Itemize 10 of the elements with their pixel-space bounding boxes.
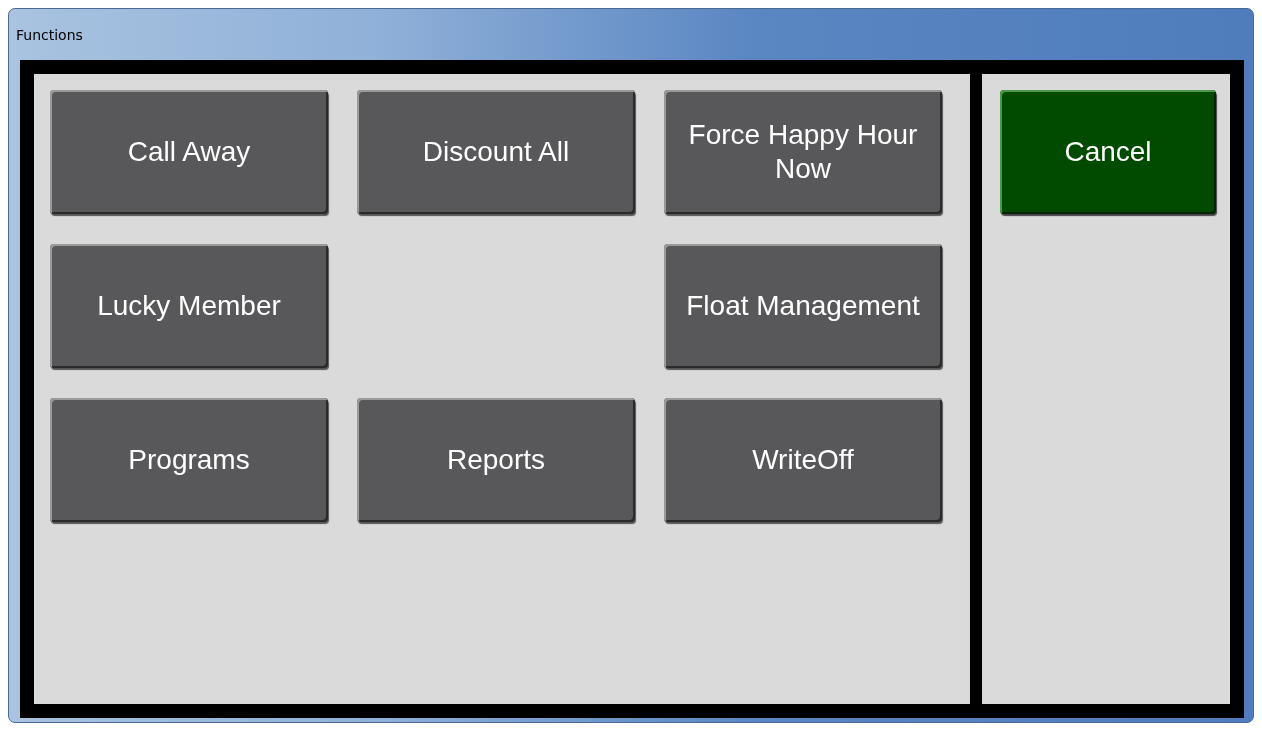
window-title: Functions	[16, 26, 83, 43]
function-button[interactable]: Float Management	[664, 244, 942, 368]
function-button[interactable]: Call Away	[50, 90, 328, 214]
function-button[interactable]: Lucky Member	[50, 244, 328, 368]
function-button[interactable]: Reports	[357, 398, 635, 522]
function-button[interactable]: Programs	[50, 398, 328, 522]
function-button[interactable]: Discount All	[357, 90, 635, 214]
function-button[interactable]: Force Happy Hour Now	[664, 90, 942, 214]
cancel-button[interactable]: Cancel	[1000, 90, 1216, 214]
function-button[interactable]: WriteOff	[664, 398, 942, 522]
